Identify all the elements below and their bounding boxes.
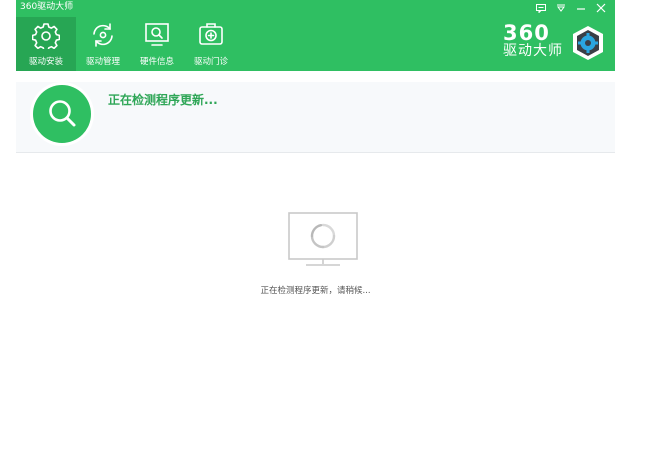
- monitor-loading-icon: [288, 212, 358, 272]
- brand-number: 360: [503, 21, 550, 45]
- tab-driver-manage-label: 驱动管理: [85, 57, 120, 67]
- tab-driver-install[interactable]: 驱动安装: [16, 17, 76, 71]
- tab-driver-install-label: 驱动安装: [28, 57, 63, 67]
- medical-kit-icon: [197, 21, 225, 53]
- gear-icon: [31, 21, 61, 53]
- loading-message: 正在检测程序更新，请稍候...: [260, 286, 371, 296]
- scan-badge: [30, 82, 94, 146]
- refresh-icon: [89, 21, 117, 53]
- minimize-icon[interactable]: [571, 1, 591, 15]
- tab-hardware-info-label: 硬件信息: [139, 57, 174, 67]
- brand-logo: 360 驱动大师: [503, 22, 607, 64]
- monitor-search-icon: [143, 21, 171, 53]
- tab-driver-manage[interactable]: 驱动管理: [76, 17, 130, 71]
- search-icon: [49, 100, 76, 127]
- tab-driver-clinic-label: 驱动门诊: [193, 57, 228, 67]
- status-panel: 正在检测程序更新...: [16, 82, 615, 153]
- tab-hardware-info[interactable]: 硬件信息: [130, 17, 184, 71]
- brand-name: 驱动大师: [503, 43, 563, 59]
- window-controls: [531, 1, 611, 15]
- tab-driver-clinic[interactable]: 驱动门诊: [184, 17, 238, 71]
- app-window: 360驱动大师 驱动安装 驱动管理 硬件信息 驱动门诊 360 驱动大师 正在检…: [16, 0, 615, 475]
- close-icon[interactable]: [591, 1, 611, 15]
- header-bar: 360驱动大师 驱动安装 驱动管理 硬件信息 驱动门诊 360 驱动大师: [16, 0, 615, 71]
- gear-cube-logo-icon: [569, 24, 607, 66]
- status-title: 正在检测程序更新...: [108, 93, 218, 107]
- main-nav: 驱动安装 驱动管理 硬件信息 驱动门诊: [16, 17, 238, 71]
- app-title: 360驱动大师: [20, 2, 74, 12]
- menu-icon[interactable]: [551, 1, 571, 15]
- feedback-icon[interactable]: [531, 1, 551, 15]
